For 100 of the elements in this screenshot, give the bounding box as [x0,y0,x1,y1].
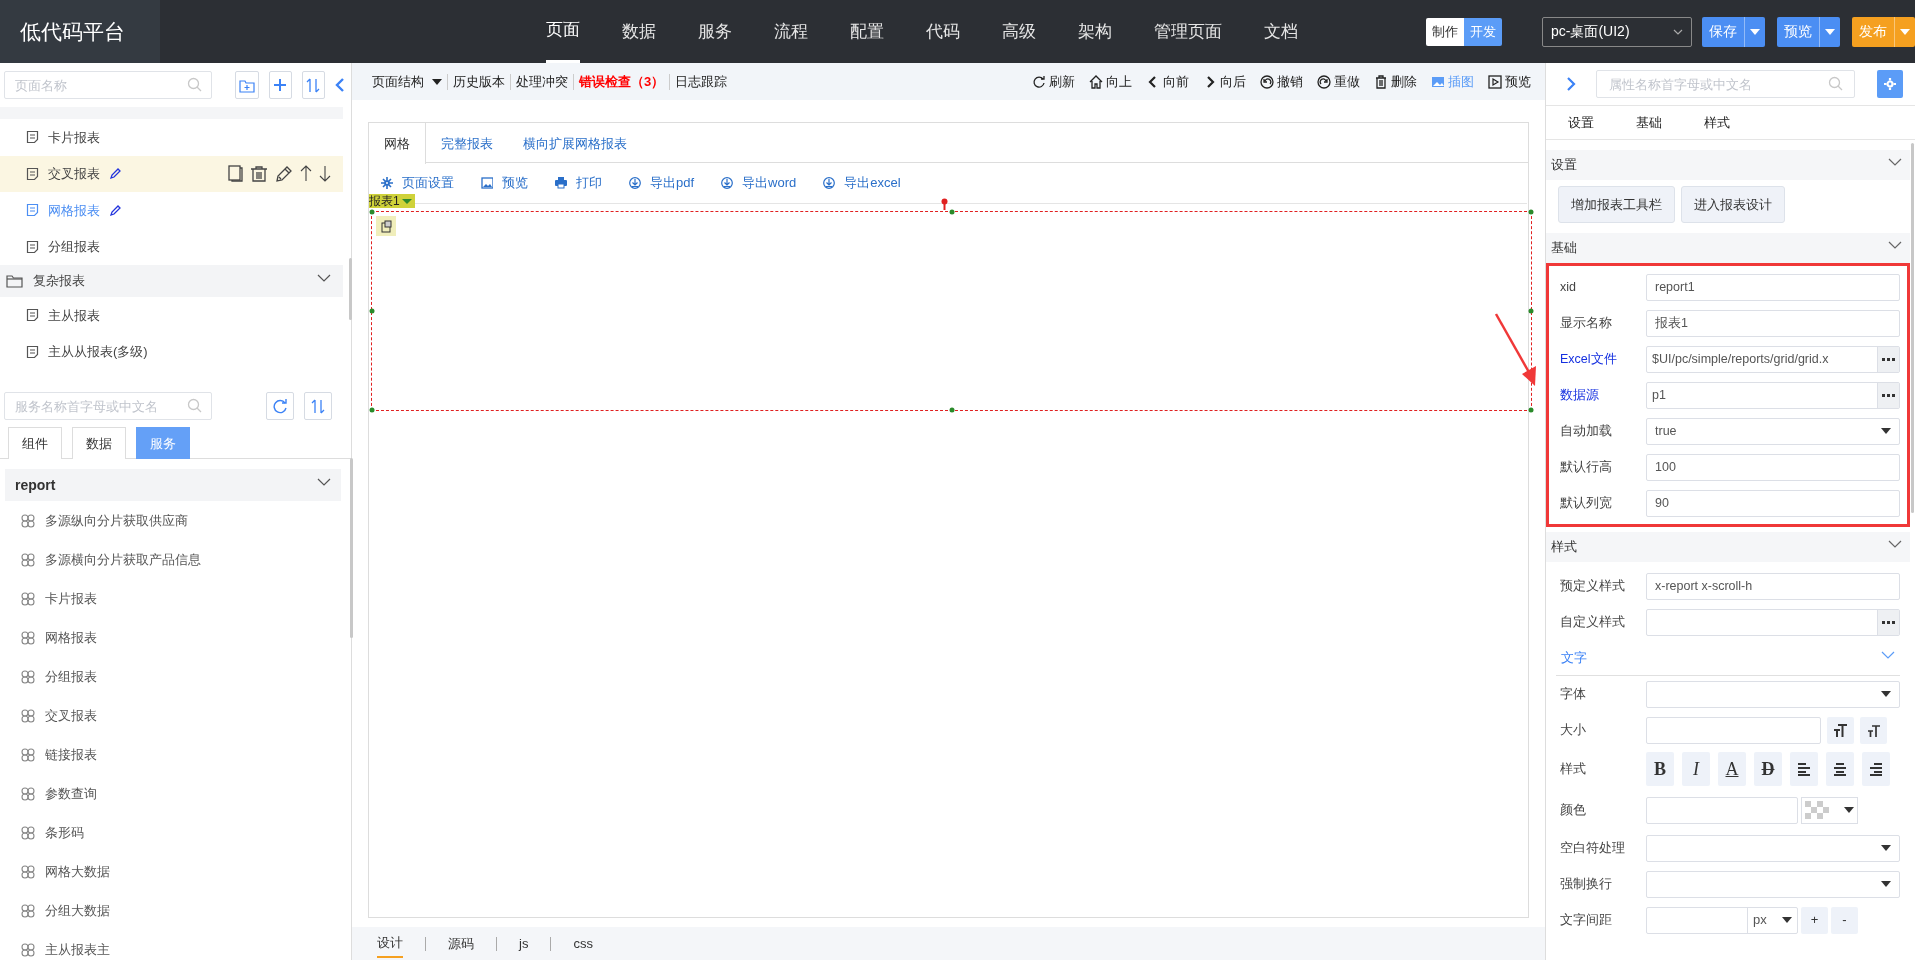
tree-item[interactable]: 主从从报表(多级) [0,333,343,370]
report-toolbar-button[interactable]: 页面设置 [381,173,454,193]
action-button[interactable]: 增加报表工具栏 [1558,186,1675,223]
nav-tab[interactable]: 配置 [850,0,884,63]
editor-tab[interactable]: js [519,929,529,958]
nav-tab[interactable]: 文档 [1264,0,1298,63]
nav-tab[interactable]: 流程 [774,0,808,63]
toolbar-button[interactable]: 错误检查（3） [579,71,665,92]
resize-handle[interactable] [949,209,954,215]
sort-button[interactable] [304,392,332,420]
service-search-field[interactable]: 服务名称首字母或中文名 [4,392,212,420]
add-button[interactable] [268,71,292,99]
tree-item[interactable]: 卡片报表 [0,119,343,156]
pencil-icon[interactable] [275,164,293,183]
service-item[interactable]: 条形码 [0,813,351,852]
chevron-left-icon[interactable] [335,78,345,92]
italic-button[interactable]: I [1682,752,1710,786]
service-item[interactable]: 参数查询 [0,774,351,813]
service-item[interactable]: 多源横向分片获取产品信息 [0,540,351,579]
property-tab[interactable]: 基础 [1636,112,1662,133]
page-search-field[interactable]: 页面名称 [4,71,212,99]
resize-handle[interactable] [949,407,954,413]
color-picker[interactable] [1801,796,1858,824]
tree-item[interactable]: 主从报表 [0,297,343,334]
toolbar-button[interactable]: 刷新 [1032,71,1075,92]
toolbar-button[interactable]: 预览 [1488,71,1531,92]
service-item[interactable]: 主从报表主 [0,930,351,960]
service-item[interactable]: 分组报表 [0,657,351,696]
resize-handle[interactable] [369,209,375,215]
nav-tab[interactable]: 高级 [1002,0,1036,63]
report-tab[interactable]: 完整报表 [426,123,508,164]
resize-handle[interactable] [1528,209,1534,215]
device-select[interactable]: pc-桌面(UI2) [1542,16,1692,47]
scrollbar-thumb[interactable] [349,258,352,320]
resize-handle[interactable] [1528,308,1534,314]
strike-button[interactable]: D [1754,752,1782,786]
editor-tab[interactable]: 源码 [448,929,474,958]
service-item[interactable]: 网格报表 [0,618,351,657]
toolbar-button[interactable]: 日志跟踪 [675,71,728,92]
toolbar-button[interactable]: 向前 [1146,71,1189,92]
property-search-field[interactable]: 属性名称首字母或中文名 [1596,70,1855,98]
service-tab[interactable]: 组件 [8,427,62,459]
align-left-button[interactable] [1790,752,1818,786]
report-tab[interactable]: 横向扩展网格报表 [508,123,642,164]
align-right-button[interactable] [1862,752,1890,786]
input-field[interactable]: report1 [1646,273,1900,301]
picker-field[interactable]: p1 [1646,381,1900,409]
nav-tab[interactable]: 管理页面 [1154,0,1222,63]
service-tab[interactable]: 数据 [72,427,126,459]
input-field[interactable]: 100 [1646,453,1900,481]
sort-button[interactable] [301,71,325,99]
toolbar-button[interactable]: 向上 [1089,71,1132,92]
step-button[interactable]: - [1831,906,1858,934]
increase-font-button[interactable] [1827,716,1854,744]
service-item[interactable]: 网格大数据 [0,852,351,891]
service-group[interactable]: report [5,469,341,501]
decrease-font-button[interactable] [1860,716,1887,744]
editor-tab[interactable]: 设计 [377,929,403,958]
report-toolbar-button[interactable]: 导出word [721,173,797,193]
resize-handle[interactable] [369,308,375,314]
nav-tab[interactable]: 架构 [1078,0,1112,63]
rotate-handle-icon[interactable] [941,198,948,210]
section-header[interactable]: 设置 [1546,150,1910,180]
property-tab[interactable]: 样式 [1704,112,1730,133]
service-item[interactable]: 分组大数据 [0,891,351,930]
select-field[interactable]: true [1646,417,1900,445]
toolbar-button[interactable]: 撤销 [1260,71,1303,92]
nav-tab[interactable]: 代码 [926,0,960,63]
menu-button[interactable]: 页面结构 [372,71,442,92]
picker-field[interactable] [1646,608,1900,636]
service-item[interactable]: 链接报表 [0,735,351,774]
align-center-button[interactable] [1826,752,1854,786]
nav-tab[interactable]: 数据 [622,0,656,63]
underline-button[interactable]: A [1718,752,1746,786]
property-tab[interactable]: 设置 [1568,112,1594,133]
input-field[interactable] [1646,796,1798,824]
scrollbar-thumb[interactable] [1911,143,1914,513]
resize-handle[interactable] [1528,407,1534,413]
arrow-down-icon[interactable] [319,165,331,183]
section-header[interactable]: 基础 [1546,233,1910,263]
input-field[interactable]: x-report x-scroll-h [1646,572,1900,600]
service-item[interactable]: 卡片报表 [0,579,351,618]
toolbar-button[interactable]: 向后 [1203,71,1246,92]
input-field[interactable]: 报表1 [1646,309,1900,337]
section-header[interactable]: 样式 [1546,532,1910,562]
picker-field[interactable]: $UI/pc/simple/reports/grid/grid.x [1646,345,1900,373]
select-field[interactable] [1646,680,1900,708]
bold-button[interactable]: B [1646,752,1674,786]
report-toolbar-button[interactable]: 预览 [481,173,528,193]
report-label[interactable]: 报表1 [369,194,415,208]
select-field[interactable] [1646,834,1900,862]
copy-icon[interactable] [228,165,243,183]
tree-item[interactable]: 分组报表 [0,228,343,265]
nav-tab[interactable]: 服务 [698,0,732,63]
resize-handle[interactable] [369,407,375,413]
subsection-header[interactable]: 文字 [1556,640,1900,676]
editor-tab[interactable]: css [573,929,593,958]
tree-group[interactable]: 复杂报表 [0,265,343,297]
arrow-up-icon[interactable] [300,165,312,183]
service-item[interactable]: 多源纵向分片获取供应商 [0,501,351,540]
